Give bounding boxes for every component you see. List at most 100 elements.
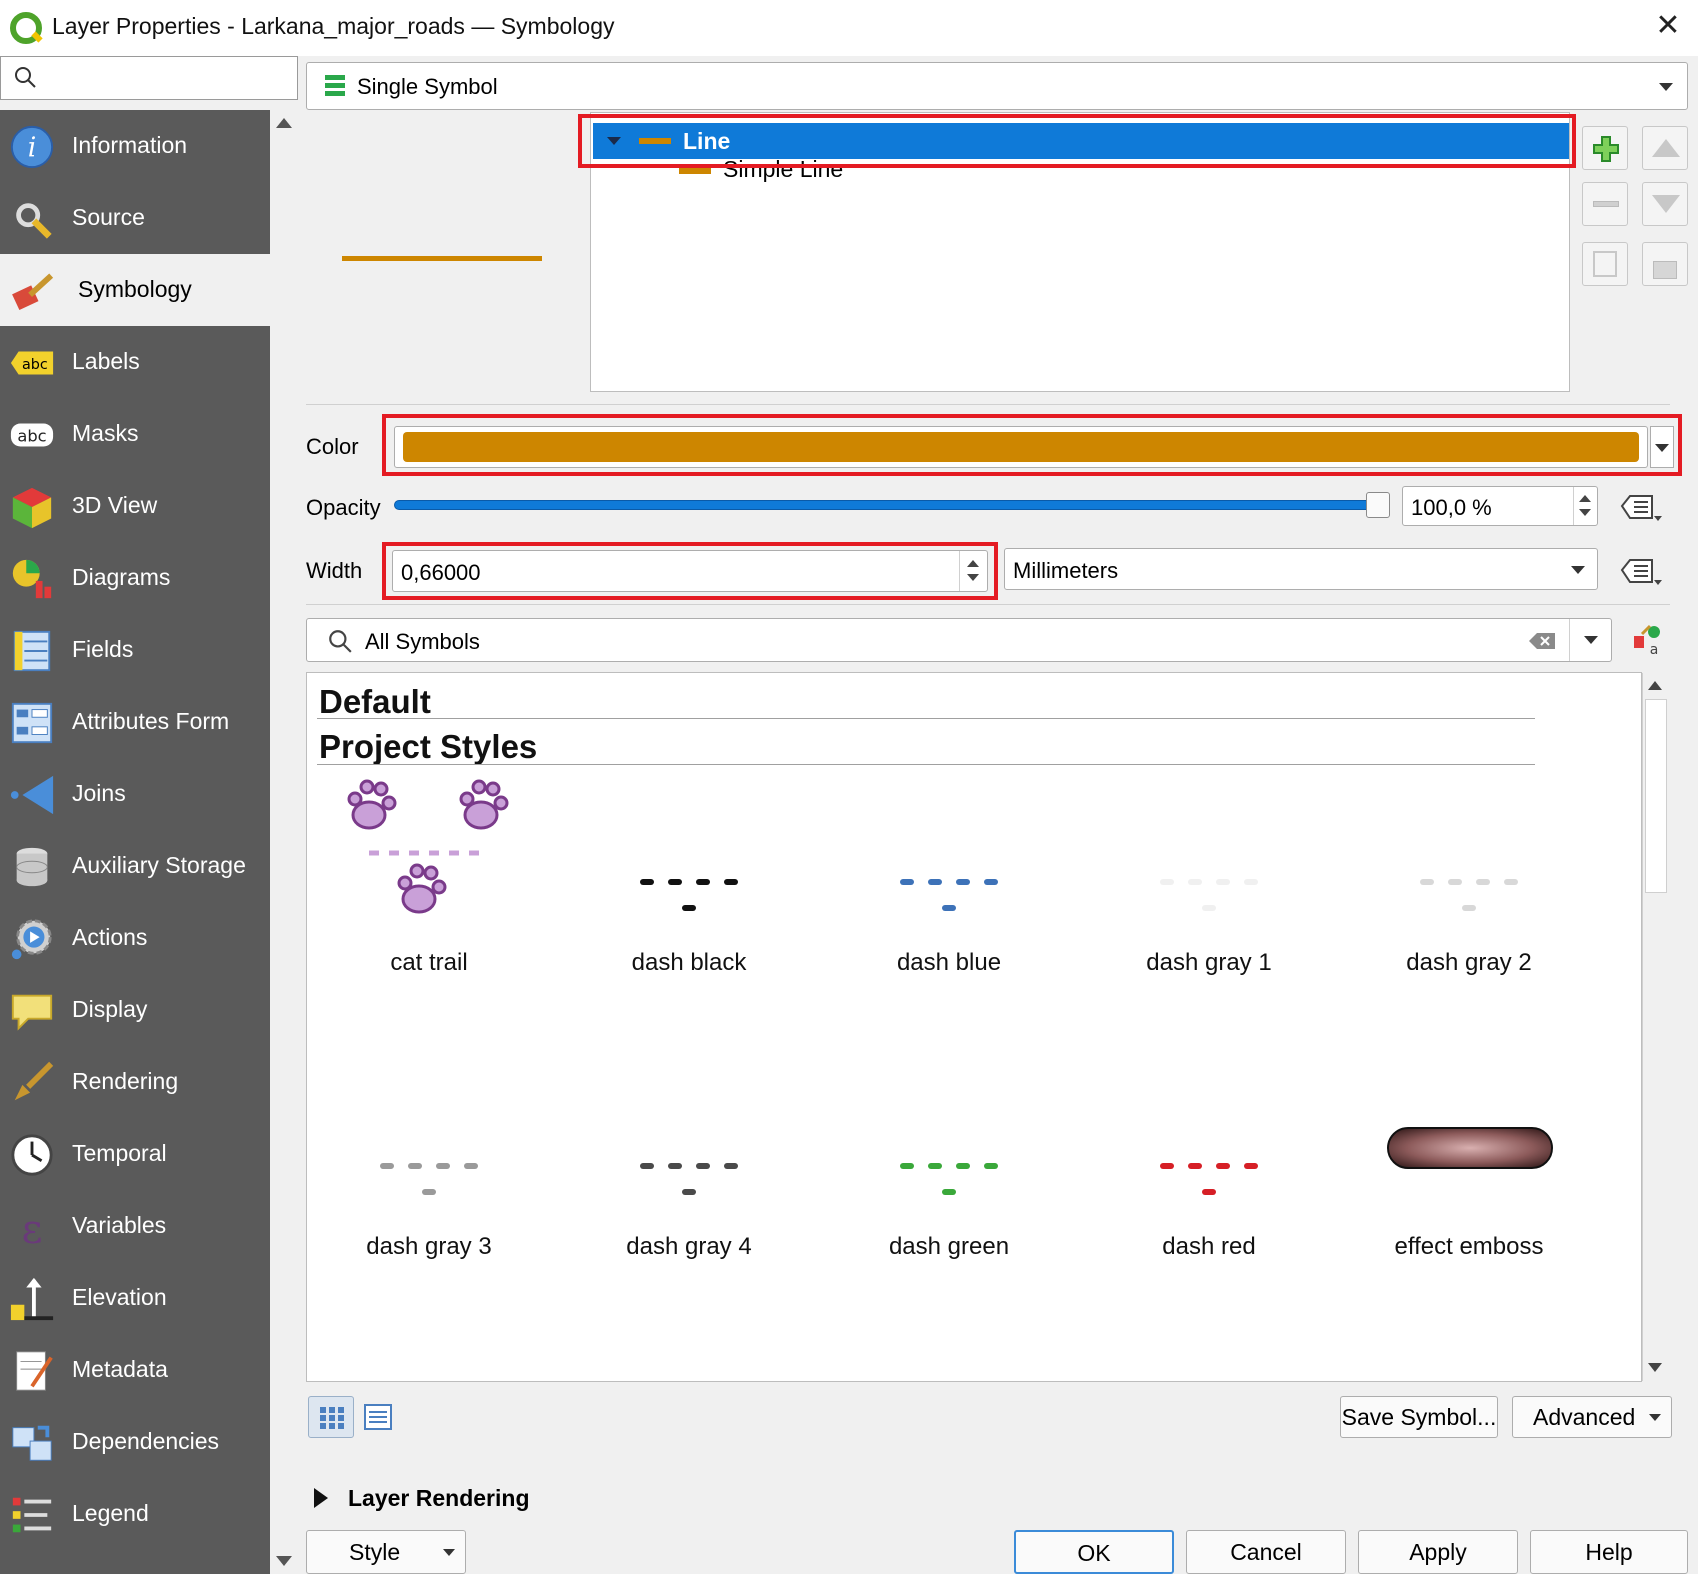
dash-blue-preview <box>891 865 1021 911</box>
sidebar-item-label: Display <box>72 996 148 1022</box>
opacity-value: 100,0 % <box>1411 495 1492 520</box>
save-symbol-button[interactable]: Save Symbol... <box>1340 1396 1498 1438</box>
scroll-up-icon[interactable] <box>1648 681 1662 690</box>
3d-view-icon <box>12 487 52 529</box>
advanced-button[interactable]: Advanced <box>1512 1396 1672 1438</box>
symbol-dash-blue[interactable]: dash blue <box>829 763 1069 1023</box>
symbol-filter-input[interactable]: All Symbols <box>306 618 1612 662</box>
style-manager-icon[interactable]: a <box>1632 624 1664 656</box>
opacity-slider-handle[interactable] <box>1366 492 1390 518</box>
move-up-button[interactable] <box>1642 126 1688 170</box>
sidebar-item-diagrams[interactable]: Diagrams <box>0 542 270 614</box>
sidebar-search-input[interactable] <box>0 56 298 100</box>
sidebar-item-label: Actions <box>72 924 148 950</box>
spin-down-icon[interactable] <box>1579 509 1591 516</box>
sidebar-item-variables[interactable]: ε Variables <box>0 1190 270 1262</box>
divider <box>306 604 1670 605</box>
renderer-type-select[interactable]: Single Symbol <box>306 62 1688 110</box>
svg-text:ε: ε <box>22 1206 43 1250</box>
sidebar-item-attributes-form[interactable]: Attributes Form <box>0 686 270 758</box>
width-unit-select[interactable]: Millimeters <box>1004 548 1598 590</box>
sidebar-item-3d-view[interactable]: 3D View <box>0 470 270 542</box>
sidebar-item-actions[interactable]: Actions <box>0 902 270 974</box>
style-button[interactable]: Style <box>306 1530 466 1574</box>
symbol-dash-red[interactable]: dash red <box>1089 1047 1329 1307</box>
cat-paw-icon <box>347 779 509 914</box>
sidebar-item-information[interactable]: i Information <box>0 110 270 182</box>
temporal-icon <box>11 1134 53 1176</box>
sidebar-item-display[interactable]: Display <box>0 974 270 1046</box>
minus-icon <box>1593 201 1619 207</box>
icon-view-button[interactable] <box>308 1396 354 1438</box>
width-label: Width <box>306 558 363 583</box>
remove-symbol-layer-button[interactable] <box>1582 182 1628 226</box>
sidebar-item-symbology[interactable]: Symbology <box>0 254 270 326</box>
library-scrollbar[interactable] <box>1642 673 1668 1381</box>
symbol-dash-gray-3[interactable]: dash gray 3 <box>309 1047 549 1307</box>
data-defined-override-icon[interactable] <box>1618 490 1664 524</box>
ok-button[interactable]: OK <box>1014 1530 1174 1574</box>
sidebar-item-fields[interactable]: Fields <box>0 614 270 686</box>
sidebar-item-labels[interactable]: abc Labels <box>0 326 270 398</box>
symbol-effect-emboss[interactable]: effect emboss <box>1349 1047 1589 1307</box>
sidebar-scrollbar[interactable] <box>270 110 298 1574</box>
duplicate-layer-button[interactable] <box>1582 242 1628 286</box>
symbol-preview <box>342 256 542 261</box>
lock-layer-button[interactable] <box>1642 242 1688 286</box>
help-button[interactable]: Help <box>1530 1530 1688 1574</box>
scroll-up-icon[interactable] <box>276 118 292 128</box>
color-label: Color <box>306 434 359 459</box>
legend-icon <box>12 1497 52 1533</box>
expand-triangle-icon[interactable] <box>314 1488 328 1508</box>
data-defined-override-icon[interactable] <box>1618 554 1664 588</box>
highlight-box-line <box>578 114 1576 168</box>
sidebar-item-temporal[interactable]: Temporal <box>0 1118 270 1190</box>
apply-button[interactable]: Apply <box>1358 1530 1518 1574</box>
dash-green-preview <box>891 1149 1021 1195</box>
scroll-thumb[interactable] <box>1645 699 1667 893</box>
symbol-dash-black[interactable]: dash black <box>569 763 809 1023</box>
symbol-dash-gray-2[interactable]: dash gray 2 <box>1349 763 1589 1023</box>
scroll-down-icon[interactable] <box>276 1556 292 1566</box>
sidebar-item-rendering[interactable]: Rendering <box>0 1046 270 1118</box>
sidebar-item-elevation[interactable]: Elevation <box>0 1262 270 1334</box>
sidebar-item-source[interactable]: Source <box>0 182 270 254</box>
opacity-spinbox[interactable]: 100,0 % <box>1402 486 1598 526</box>
actions-icon <box>11 919 52 960</box>
cancel-button[interactable]: Cancel <box>1186 1530 1346 1574</box>
symbol-name: dash gray 4 <box>626 1233 752 1260</box>
list-view-icon[interactable] <box>364 1404 392 1430</box>
clear-icon[interactable] <box>1527 631 1557 651</box>
sidebar-item-dependencies[interactable]: Dependencies <box>0 1406 270 1478</box>
elevation-icon <box>10 1277 54 1321</box>
sidebar-item-auxiliary-storage[interactable]: Auxiliary Storage <box>0 830 270 902</box>
spin-up-icon[interactable] <box>1579 495 1591 502</box>
sidebar-item-legend[interactable]: Legend <box>0 1478 270 1550</box>
symbol-cat-trail[interactable]: cat trail <box>309 763 549 1023</box>
sidebar-item-metadata[interactable]: Metadata <box>0 1334 270 1406</box>
dash-red-preview <box>1151 1149 1281 1195</box>
sidebar-item-masks[interactable]: abc Masks <box>0 398 270 470</box>
opacity-slider[interactable] <box>394 500 1382 510</box>
chevron-down-icon <box>443 1549 455 1556</box>
layer-rendering-section[interactable]: Layer Rendering <box>348 1485 530 1512</box>
scroll-down-icon[interactable] <box>1648 1363 1662 1372</box>
svg-text:abc: abc <box>17 427 46 446</box>
close-icon[interactable]: ✕ <box>1650 8 1686 44</box>
sidebar-item-joins[interactable]: Joins <box>0 758 270 830</box>
symbol-dash-gray-4[interactable]: dash gray 4 <box>569 1047 809 1307</box>
arrow-down-icon <box>1652 195 1680 213</box>
add-symbol-layer-button[interactable] <box>1582 126 1628 170</box>
symbol-dash-green[interactable]: dash green <box>829 1047 1069 1307</box>
filter-dropdown-button[interactable] <box>1569 619 1611 661</box>
symbol-name: effect emboss <box>1394 1233 1544 1260</box>
simple-line-icon <box>679 168 711 174</box>
symbol-filter-value: All Symbols <box>365 629 480 654</box>
title-bar: Layer Properties - Larkana_major_roads —… <box>0 0 1698 56</box>
symbol-name: dash black <box>631 949 747 976</box>
chevron-down-icon <box>1571 566 1585 574</box>
opacity-spin-arrows[interactable] <box>1573 487 1597 525</box>
move-down-button[interactable] <box>1642 182 1688 226</box>
joins-icon <box>10 775 54 815</box>
symbol-dash-gray-1[interactable]: dash gray 1 <box>1089 763 1329 1023</box>
